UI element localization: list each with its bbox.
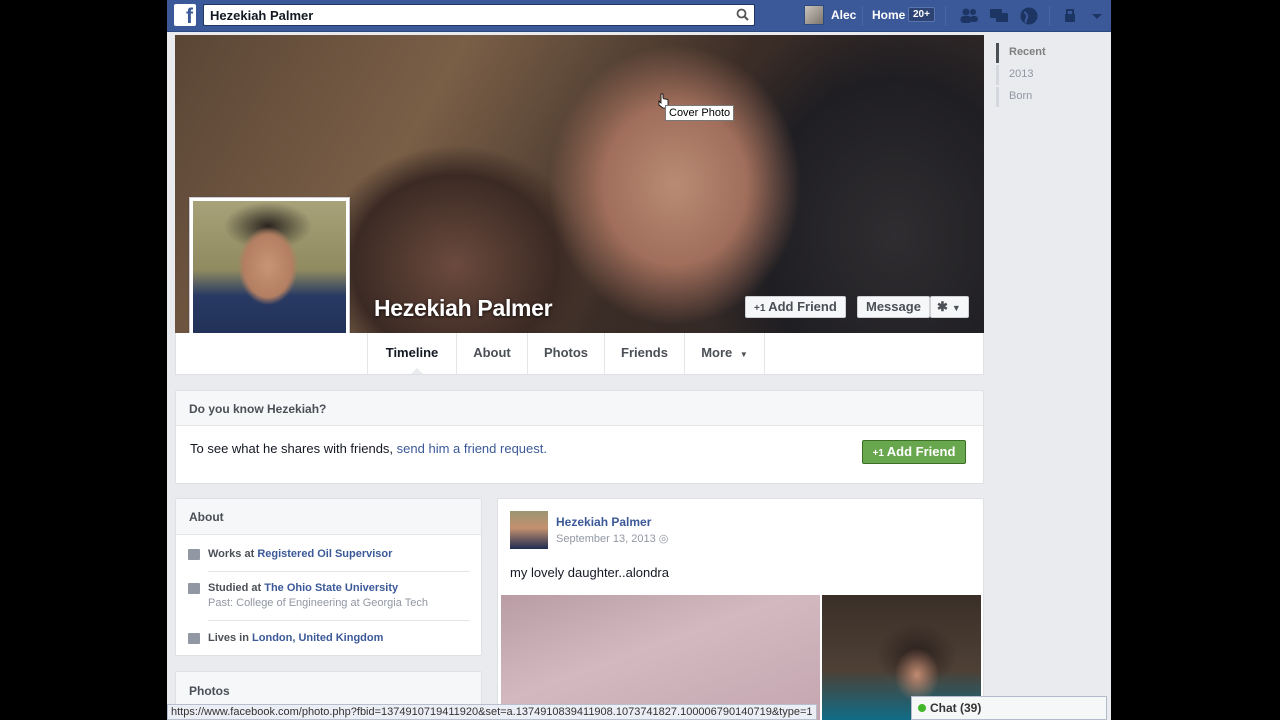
gear-icon: ✱: [937, 299, 948, 314]
photos-title[interactable]: Photos: [176, 672, 481, 708]
chevron-down-icon: ▼: [951, 303, 961, 313]
work-row: Works at Registered Oil Supervisor: [188, 548, 392, 560]
top-bar: f Hezekiah Palmer Alec Home 20+: [167, 0, 1111, 32]
timeline-scrubber: Recent 2013 Born: [984, 35, 1111, 720]
message-label: Message: [866, 299, 921, 314]
add-friend-label: Add Friend: [886, 444, 956, 459]
scrubber-item-2013[interactable]: 2013: [996, 65, 1056, 85]
avatar: [193, 201, 346, 354]
online-status-icon: [918, 704, 926, 712]
messages-icon[interactable]: [989, 6, 1009, 26]
notifications-globe-icon[interactable]: [1019, 6, 1039, 26]
add-friend-icon: +1: [872, 448, 887, 459]
works-prefix: Works at: [208, 548, 258, 560]
about-title: About: [176, 499, 481, 535]
post-author[interactable]: Hezekiah Palmer: [556, 515, 651, 529]
know-box-text: To see what he shares with friends, send…: [190, 441, 547, 456]
add-friend-button[interactable]: +1 Add Friend: [745, 296, 846, 318]
chat-bar[interactable]: Chat (39): [911, 696, 1107, 720]
scrubber-item-recent[interactable]: Recent: [996, 43, 1056, 63]
cover-photo-tooltip: Cover Photo: [665, 105, 735, 121]
search-input[interactable]: Hezekiah Palmer: [203, 4, 755, 26]
avatar[interactable]: [510, 511, 548, 549]
tab-more-label: More: [701, 345, 733, 360]
profile-nav: Timeline About Photos Friends More ▼: [175, 333, 984, 375]
past-school: Past: College of Engineering at Georgia …: [208, 597, 428, 609]
tab-friends[interactable]: Friends: [604, 333, 684, 374]
chat-label: Chat (39): [930, 701, 982, 715]
divider: [1049, 6, 1050, 26]
facebook-page: f Hezekiah Palmer Alec Home 20+ Cover Ph…: [167, 0, 1111, 720]
divider: [945, 6, 946, 26]
studied-prefix: Studied at: [208, 582, 265, 594]
add-friend-label: Add Friend: [768, 299, 837, 314]
timeline-post: Hezekiah Palmer September 13, 2013 ◎ my …: [497, 498, 984, 720]
privacy-shortcuts-icon[interactable]: [1062, 6, 1082, 26]
public-globe-icon: ◎: [658, 533, 669, 545]
friend-request-link[interactable]: send him a friend request.: [397, 441, 547, 456]
school-link[interactable]: The Ohio State University: [264, 582, 398, 594]
more-options-button[interactable]: ✱ ▼: [930, 296, 969, 318]
browser-status-url: https://www.facebook.com/photo.php?fbid=…: [167, 704, 817, 720]
home-link[interactable]: Home: [872, 8, 905, 22]
tab-photos[interactable]: Photos: [527, 333, 604, 374]
settings-dropdown-icon[interactable]: [1087, 6, 1107, 26]
post-date-text: September 13, 2013: [556, 533, 656, 545]
friend-requests-icon[interactable]: [959, 6, 979, 26]
search-value: Hezekiah Palmer: [210, 8, 314, 23]
divider: [862, 6, 863, 26]
briefcase-icon: [188, 549, 200, 560]
know-box-title: Do you know Hezekiah?: [176, 391, 983, 426]
home-icon: [188, 633, 200, 644]
know-box: Do you know Hezekiah? To see what he sha…: [175, 390, 984, 484]
user-name: Alec: [831, 8, 857, 22]
location-row: Lives in London, United Kingdom: [188, 632, 383, 644]
tab-more[interactable]: More ▼: [684, 333, 765, 374]
profile-link[interactable]: Alec: [804, 5, 856, 25]
scrubber-item-born[interactable]: Born: [996, 87, 1056, 107]
profile-name[interactable]: Hezekiah Palmer: [374, 295, 553, 322]
notification-count-badge[interactable]: 20+: [908, 7, 935, 22]
divider: [208, 571, 470, 572]
post-date[interactable]: September 13, 2013 ◎: [556, 532, 668, 545]
about-box: About Works at Registered Oil Supervisor…: [175, 498, 482, 656]
search-icon[interactable]: [736, 8, 749, 21]
school-icon: [188, 583, 200, 594]
active-tab-caret: [411, 368, 423, 374]
know-box-body: To see what he shares with friends,: [190, 441, 397, 456]
post-text: my lovely daughter..alondra: [510, 565, 669, 580]
education-row: Studied at The Ohio State University Pas…: [188, 582, 428, 609]
divider: [208, 620, 470, 621]
location-link[interactable]: London, United Kingdom: [252, 632, 383, 644]
avatar: [804, 5, 824, 25]
lives-prefix: Lives in: [208, 632, 253, 644]
add-friend-button[interactable]: +1 Add Friend: [862, 440, 966, 464]
facebook-logo-icon[interactable]: f: [174, 4, 196, 28]
employer-link[interactable]: Registered Oil Supervisor: [257, 548, 392, 560]
chevron-down-icon: ▼: [739, 350, 748, 359]
post-photo[interactable]: [501, 595, 820, 720]
tab-about[interactable]: About: [456, 333, 527, 374]
add-friend-icon: +1: [754, 303, 769, 314]
message-button[interactable]: Message: [857, 296, 930, 318]
